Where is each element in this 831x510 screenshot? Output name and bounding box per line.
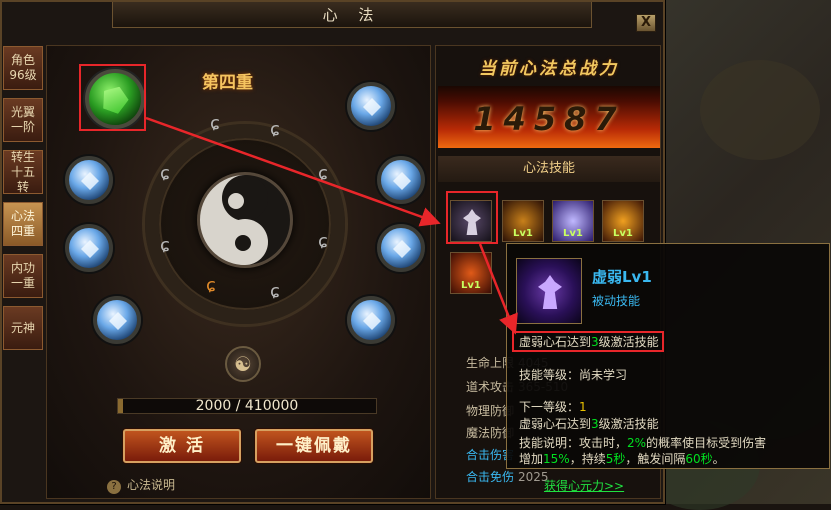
taiji-dot-light [228, 193, 244, 209]
power-display: 14587 [438, 86, 660, 148]
tooltip-desc-2: 增加15%，持续5秒，触发间隔60秒。 [519, 452, 725, 467]
skill-slot-5[interactable]: Lv1 [450, 252, 492, 294]
window-title: 心 法 [322, 6, 382, 24]
stat-combo-reduce: 合击免伤 2025 [466, 470, 549, 484]
tooltip-next-condition: 虚弱心石达到3级激活技能 [519, 417, 659, 432]
tab-neigong[interactable]: 内功 一重 [3, 254, 43, 298]
skill-level: Lv1 [513, 228, 533, 239]
num: 5秒 [605, 452, 626, 466]
gem-slot-left-2[interactable] [65, 224, 113, 272]
skill-slot-3[interactable]: Lv1 [552, 200, 594, 242]
activate-button[interactable]: 激 活 [123, 429, 241, 463]
text: 技能说明：攻击时， [519, 436, 628, 450]
gem-slot-left-1[interactable] [65, 156, 113, 204]
yin-comma-icon: ɕ [318, 231, 328, 252]
layer-label: 第四重 [202, 73, 253, 93]
tooltip-desc-1: 技能说明：攻击时，2%的概率使目标受到伤害 [519, 436, 766, 451]
tab-label: 内功 一重 [10, 261, 35, 290]
tab-label: 转生 十五转 [10, 149, 35, 194]
skill-tooltip: 虚弱Lv1 被动技能 虚弱心石达到3级激活技能 技能等级：尚未学习 下一等级：1… [506, 243, 830, 469]
skill-level: Lv1 [563, 228, 583, 239]
help-text: 心法说明 [127, 478, 176, 492]
num: 15% [543, 452, 570, 466]
seal-emblem-icon: ☯ [225, 346, 261, 382]
close-button[interactable]: X [636, 14, 656, 32]
value: 1 [579, 400, 587, 414]
tab-yuanshen[interactable]: 元神 [3, 306, 43, 350]
yin-comma-icon: ɕ [270, 281, 280, 302]
power-title: 当前心法总战力 [479, 59, 619, 79]
skill-level: Lv1 [461, 280, 481, 291]
help-icon: ? [107, 480, 121, 494]
tab-xinfa[interactable]: 心法 四重 [3, 202, 43, 246]
progress-text: 2000 / 410000 [195, 398, 299, 414]
highlight-condition [512, 331, 664, 352]
help-row[interactable]: ? 心法说明 [107, 476, 175, 494]
num: 3 [591, 417, 599, 431]
tooltip-next-level: 下一等级：1 [519, 400, 587, 415]
gem-slot-right-2[interactable] [377, 224, 425, 272]
skills-header: 心法技能 [438, 156, 660, 182]
tooltip-level: 技能等级：尚未学习 [519, 368, 627, 383]
text: ，持续 [569, 452, 606, 466]
text: 的概率使目标受到伤害 [646, 436, 767, 450]
yin-comma-icon: ɕ [160, 235, 170, 256]
tab-label: 角色 96级 [9, 53, 37, 82]
get-xinyuan-link[interactable]: 获得心元力>> [544, 477, 624, 494]
tab-label: 元神 [10, 320, 35, 335]
text: 下一等级： [519, 400, 580, 414]
gem-slot-top-right[interactable] [347, 82, 395, 130]
window-titlebar[interactable]: 心 法 [112, 2, 592, 28]
power-value: 14587 [473, 100, 625, 138]
value: 尚未学习 [579, 368, 628, 382]
num: 2% [627, 436, 647, 450]
tooltip-skill-type: 被动技能 [592, 294, 641, 308]
yin-comma-icon: ɕ [210, 113, 220, 134]
skill-slot-4[interactable]: Lv1 [602, 200, 644, 242]
highlight-weak-skill [446, 191, 498, 244]
tab-rebirth[interactable]: 转生 十五转 [3, 150, 43, 194]
tooltip-skill-name: 虚弱Lv1 [592, 268, 652, 286]
tab-character[interactable]: 角色 96级 [3, 46, 43, 90]
tab-wings[interactable]: 光翼 一阶 [3, 98, 43, 142]
sidebar-tabs: 角色 96级 光翼 一阶 转生 十五转 心法 四重 内功 一重 元神 [3, 46, 43, 358]
weak-skill-icon [516, 258, 582, 324]
text: ，触发间隔 [625, 452, 686, 466]
num: 60秒 [685, 452, 713, 466]
gem-slot-right-1[interactable] [377, 156, 425, 204]
skill-slot-2[interactable]: Lv1 [502, 200, 544, 242]
equip-all-button[interactable]: 一键佩戴 [255, 429, 373, 463]
stat-label: 合击免伤 [466, 470, 515, 484]
text: 技能等级： [519, 368, 580, 382]
text: 虚弱心石达到 [519, 417, 592, 431]
yin-comma-icon: ɕ [318, 163, 328, 184]
highlight-green-gem [79, 64, 146, 131]
gem-slot-right-3[interactable] [347, 296, 395, 344]
tab-label: 光翼 一阶 [10, 105, 35, 134]
yang-comma-icon: ɕ [206, 275, 216, 296]
text: 增加 [519, 452, 544, 466]
gem-slot-left-3[interactable] [93, 296, 141, 344]
text: 。 [712, 452, 725, 466]
yin-comma-icon: ɕ [270, 119, 280, 140]
yin-comma-icon: ɕ [160, 163, 170, 184]
taiji-dot-dark [235, 235, 251, 251]
skill-level: Lv1 [613, 228, 633, 239]
taiji-icon [197, 172, 293, 268]
tab-label: 心法 四重 [10, 209, 35, 238]
text: 级激活技能 [598, 417, 659, 431]
